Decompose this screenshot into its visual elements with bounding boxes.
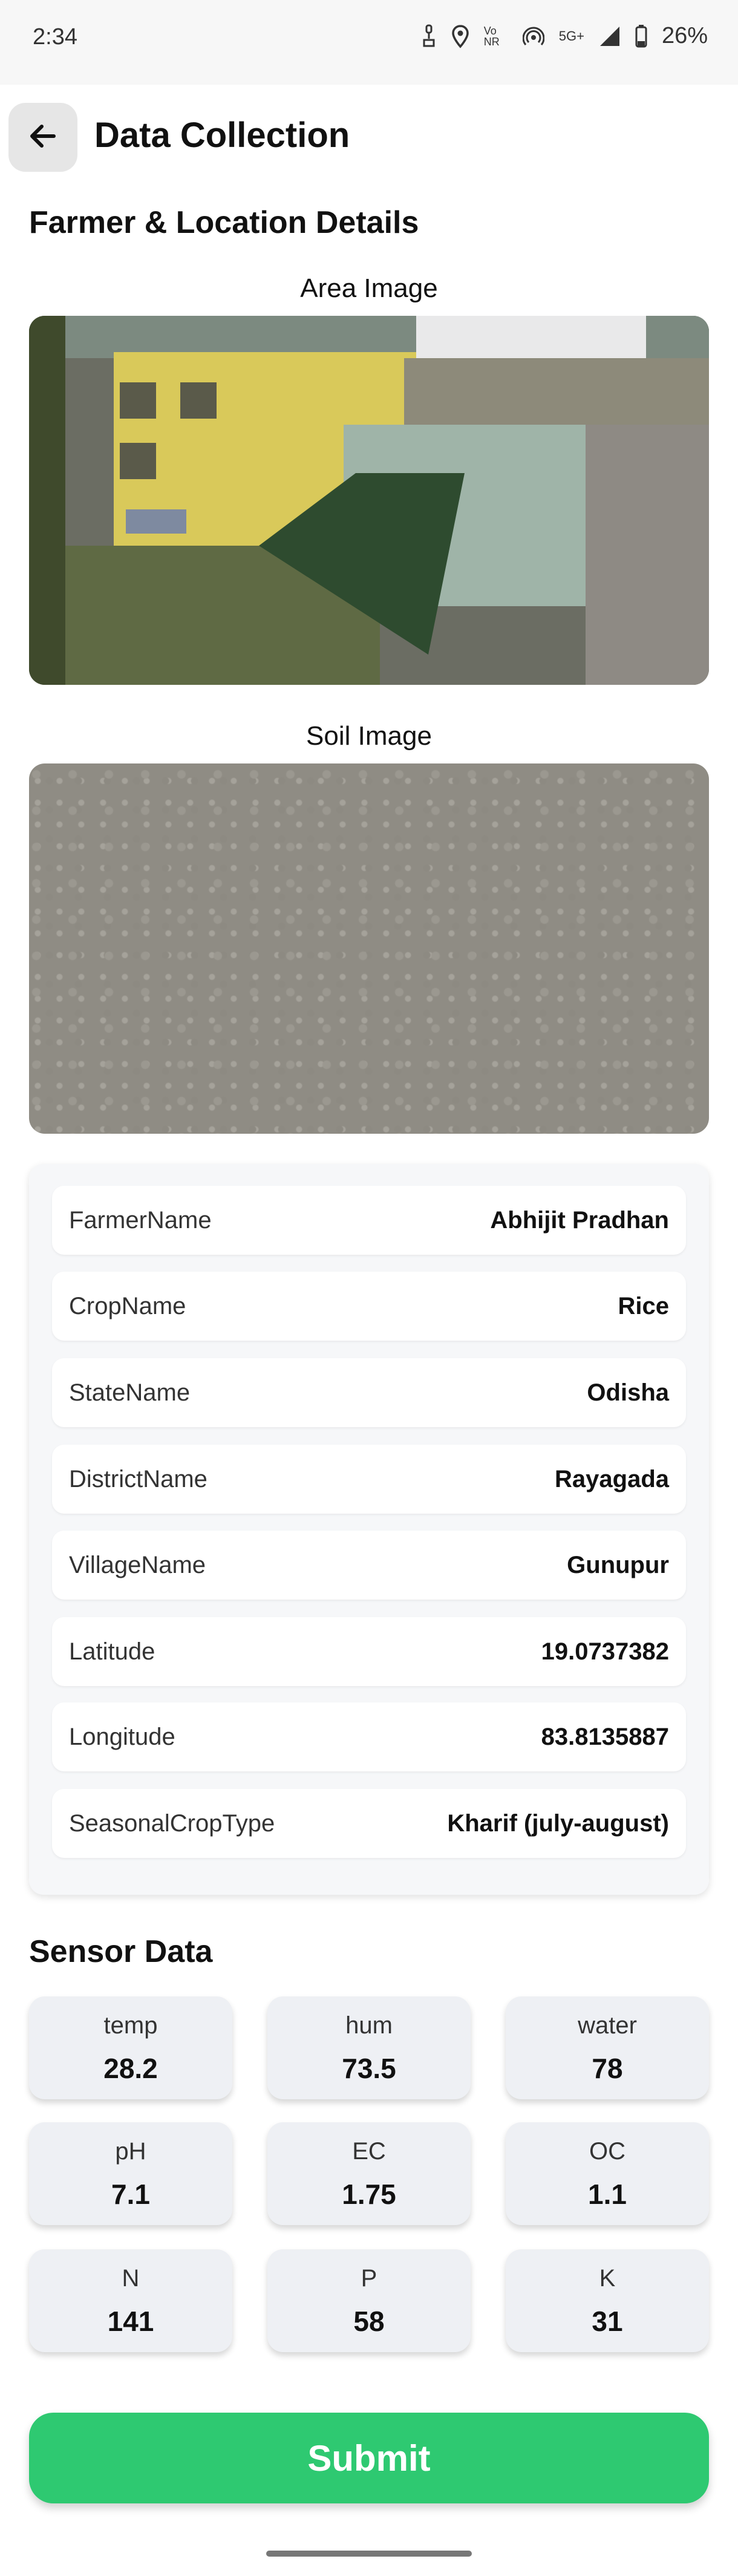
detail-value: Kharif (july-august) — [447, 1809, 669, 1837]
sensor-tile-ec: EC 1.75 — [267, 2122, 471, 2225]
area-image-label: Area Image — [300, 273, 438, 303]
home-indicator[interactable] — [266, 2551, 472, 2557]
detail-key: SeasonalCropType — [69, 1809, 275, 1837]
detail-key: CropName — [69, 1292, 186, 1319]
detail-key: Latitude — [69, 1638, 155, 1665]
hotspot-icon — [522, 25, 544, 47]
sensor-value: 1.1 — [588, 2179, 627, 2210]
detail-row-village-name: VillageName Gunupur — [52, 1531, 686, 1600]
sensor-value: 1.75 — [342, 2179, 396, 2210]
detail-row-district-name: DistrictName Rayagada — [52, 1445, 686, 1514]
network-type-label: 5G+ — [558, 28, 584, 44]
sensor-tile-water: water 78 — [506, 1996, 709, 2099]
sensor-value: 7.1 — [111, 2179, 150, 2210]
battery-icon — [635, 24, 647, 48]
detail-key: DistrictName — [69, 1465, 207, 1492]
status-bar: 2:34 Vo NR 5G+ 26% — [0, 0, 738, 85]
soil-image-label: Soil Image — [306, 721, 432, 751]
sensor-label: hum — [345, 2012, 393, 2039]
sensor-value: 78 — [592, 2053, 623, 2084]
detail-value: Odisha — [587, 1379, 669, 1406]
detail-value: 19.0737382 — [541, 1638, 669, 1665]
sensor-label: pH — [115, 2138, 146, 2165]
area-image — [29, 316, 709, 685]
sensor-value: 31 — [592, 2306, 623, 2337]
arrow-left-icon — [26, 119, 60, 156]
sensor-tile-n: N 141 — [29, 2249, 232, 2352]
detail-value: 83.8135887 — [541, 1723, 669, 1750]
sensor-label: EC — [352, 2138, 386, 2165]
farmer-section-title: Farmer & Location Details — [29, 205, 419, 240]
status-time: 2:34 — [33, 24, 77, 50]
sensor-value: 141 — [107, 2306, 154, 2337]
detail-value: Abhijit Pradhan — [490, 1206, 669, 1234]
detail-row-crop-name: CropName Rice — [52, 1272, 686, 1341]
detail-key: FarmerName — [69, 1206, 212, 1234]
sensor-label: water — [578, 2012, 637, 2039]
location-icon — [451, 24, 469, 48]
detail-key: StateName — [69, 1379, 191, 1406]
sensor-label: N — [122, 2265, 140, 2292]
back-button[interactable] — [8, 103, 77, 172]
sensor-tile-p: P 58 — [267, 2249, 471, 2352]
detail-value: Rice — [618, 1292, 670, 1319]
sensor-label: OC — [589, 2138, 625, 2165]
sensor-tile-hum: hum 73.5 — [267, 1996, 471, 2099]
sensor-label: K — [599, 2265, 616, 2292]
sensor-value: 58 — [353, 2306, 385, 2337]
detail-value: Rayagada — [555, 1465, 669, 1492]
farmer-details-card: FarmerName Abhijit Pradhan CropName Rice… — [29, 1164, 709, 1895]
detail-row-seasonal-crop-type: SeasonalCropType Kharif (july-august) — [52, 1789, 686, 1858]
detail-row-longitude: Longitude 83.8135887 — [52, 1702, 686, 1771]
detail-key: Longitude — [69, 1723, 175, 1750]
sensor-section-title: Sensor Data — [29, 1934, 213, 1969]
sensor-label: P — [361, 2265, 377, 2292]
detail-row-latitude: Latitude 19.0737382 — [52, 1617, 686, 1686]
submit-button[interactable]: Submit — [29, 2413, 709, 2503]
detail-value: Gunupur — [567, 1551, 669, 1578]
usb-debug-icon — [421, 24, 437, 48]
status-icons: Vo NR 5G+ 26% — [421, 23, 708, 49]
sensor-value: 28.2 — [103, 2053, 158, 2084]
sensor-value: 73.5 — [342, 2053, 396, 2084]
soil-image — [29, 763, 709, 1134]
signal-icon — [599, 25, 621, 47]
page-title: Data Collection — [94, 116, 350, 155]
sensor-label: temp — [103, 2012, 158, 2039]
app-bar: Data Collection — [0, 85, 738, 194]
detail-row-farmer-name: FarmerName Abhijit Pradhan — [52, 1186, 686, 1255]
sensor-tile-k: K 31 — [506, 2249, 709, 2352]
battery-percentage: 26% — [661, 23, 708, 48]
detail-row-state-name: StateName Odisha — [52, 1358, 686, 1427]
sensor-tile-temp: temp 28.2 — [29, 1996, 232, 2099]
sensor-tile-oc: OC 1.1 — [506, 2122, 709, 2225]
vonr-icon: Vo NR — [483, 24, 500, 48]
detail-key: VillageName — [69, 1551, 206, 1578]
sensor-tile-ph: pH 7.1 — [29, 2122, 232, 2225]
area-image-illustration — [29, 316, 709, 685]
